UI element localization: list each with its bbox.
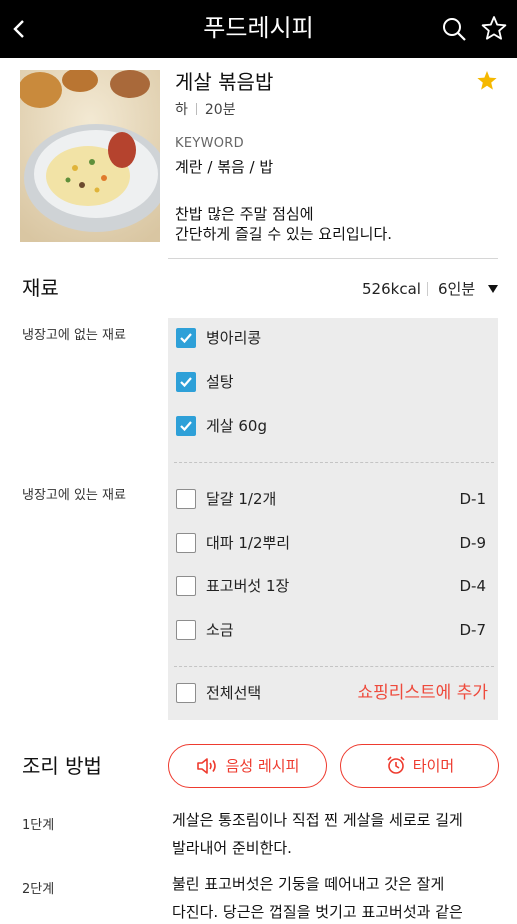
star-outline-icon[interactable] <box>480 14 508 42</box>
checkbox-unchecked[interactable] <box>176 576 196 596</box>
ingredient-item[interactable]: 게살 60g <box>168 411 498 441</box>
recipe-description: 찬밥 많은 주말 점심에 간단하게 즐길 수 있는 요리입니다. <box>175 204 505 244</box>
step-label: 2단계 <box>22 882 55 897</box>
checkbox-checked[interactable] <box>176 328 196 348</box>
servings-select[interactable]: 6인분 <box>438 278 475 300</box>
app-header: 푸드레시피 <box>0 0 517 58</box>
checkbox-unchecked[interactable] <box>176 533 196 553</box>
difficulty: 하 <box>175 102 188 118</box>
step-line: 발라내어 준비한다. <box>172 839 292 857</box>
description-line: 간단하게 즐길 수 있는 요리입니다. <box>175 225 393 243</box>
ingredient-name: 소금 <box>206 621 234 639</box>
ingredient-name: 달걀 1/2개 <box>206 490 277 508</box>
checkbox-unchecked[interactable] <box>176 620 196 640</box>
checkbox-unchecked[interactable] <box>176 489 196 509</box>
ingredient-item[interactable]: 표고버섯 1장 D-4 <box>168 571 498 601</box>
step-text: 게살은 통조림이나 직접 찐 게살을 세로로 길게 발라내어 준비한다. <box>172 806 502 862</box>
ingredient-item[interactable]: 달걀 1/2개 D-1 <box>168 484 498 514</box>
step-line: 불린 표고버섯은 기둥을 떼어내고 갓은 잘게 <box>172 875 445 893</box>
cook-time: 20분 <box>204 102 236 118</box>
recipe-meta: 하 20분 <box>175 100 236 120</box>
ingredient-name: 표고버섯 1장 <box>206 577 290 595</box>
ingredient-name: 설탕 <box>206 373 234 391</box>
dashed-divider <box>174 462 494 463</box>
select-all-checkbox[interactable] <box>176 683 196 703</box>
timer-label: 타이머 <box>412 757 455 775</box>
expiry-dday: D-9 <box>459 534 486 552</box>
step-text: 불린 표고버섯은 기둥을 떼어내고 갓은 잘게 다진다. 당근은 껍질을 벗기고… <box>172 870 502 924</box>
checkbox-checked[interactable] <box>176 372 196 392</box>
alarm-clock-icon <box>387 756 405 774</box>
have-ingredients-label: 냉장고에 있는 재료 <box>22 488 126 503</box>
ingredient-item[interactable]: 병아리콩 <box>168 323 498 353</box>
check-icon <box>180 377 192 388</box>
check-icon <box>180 333 192 344</box>
voice-recipe-label: 음성 레시피 <box>225 757 300 775</box>
ingredients-title: 재료 <box>22 276 59 300</box>
favorite-star-icon[interactable] <box>476 70 498 92</box>
step-line: 게살은 통조림이나 직접 찐 게살을 세로로 길게 <box>172 811 463 829</box>
step-line: 다진다. 당근은 껍질을 벗기고 표고버섯과 같은 <box>172 903 463 921</box>
checkbox-checked[interactable] <box>176 416 196 436</box>
select-all-row: 전체선택 쇼핑리스트에 추가 <box>168 678 498 708</box>
expiry-dday: D-7 <box>459 621 486 639</box>
recipe-title: 게살 볶음밥 <box>175 70 274 94</box>
voice-recipe-button[interactable]: 음성 레시피 <box>168 744 327 788</box>
expiry-dday: D-1 <box>459 490 486 508</box>
kcal-value: 526kcal <box>362 280 421 298</box>
dropdown-arrow-icon[interactable] <box>488 285 498 293</box>
ingredient-name: 게살 60g <box>206 417 267 435</box>
keyword-values: 계란 / 볶음 / 밥 <box>175 158 274 176</box>
ingredient-name: 병아리콩 <box>206 329 262 347</box>
description-line: 찬밥 많은 주말 점심에 <box>175 205 314 223</box>
meta-divider <box>195 103 197 115</box>
cooking-method-title: 조리 방법 <box>22 754 102 778</box>
ingredient-list: 병아리콩 설탕 게살 60g 달걀 1/2개 D-1 대파 1/2뿌리 D-9 … <box>168 318 498 720</box>
speaker-icon <box>196 758 216 774</box>
keyword-label: KEYWORD <box>175 136 244 151</box>
timer-button[interactable]: 타이머 <box>340 744 499 788</box>
ingredient-name: 대파 1/2뿌리 <box>206 534 291 552</box>
dashed-divider <box>174 666 494 667</box>
divider <box>168 258 498 259</box>
check-icon <box>180 421 192 432</box>
add-to-shopping-list-button[interactable]: 쇼핑리스트에 추가 <box>357 683 488 703</box>
recipe-photo <box>20 70 160 242</box>
search-icon[interactable] <box>440 15 468 43</box>
divider <box>427 282 428 296</box>
ingredient-item[interactable]: 대파 1/2뿌리 D-9 <box>168 528 498 558</box>
expiry-dday: D-4 <box>459 577 486 595</box>
step-label: 1단계 <box>22 818 55 833</box>
missing-ingredients-label: 냉장고에 없는 재료 <box>22 328 126 343</box>
ingredient-item[interactable]: 설탕 <box>168 367 498 397</box>
ingredient-item[interactable]: 소금 D-7 <box>168 615 498 645</box>
select-all-label[interactable]: 전체선택 <box>206 683 261 703</box>
